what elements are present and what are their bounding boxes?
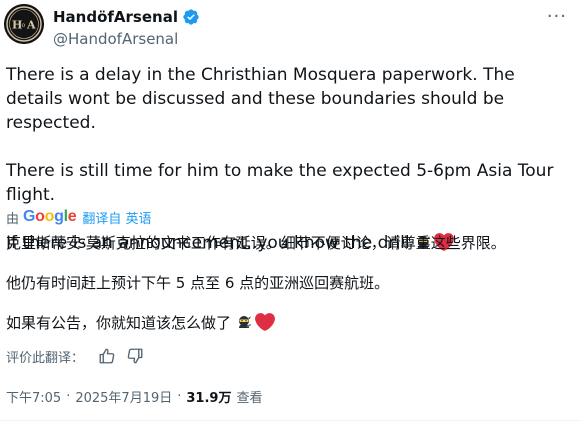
rate-translation-row: 评价此翻译： [6, 346, 154, 366]
google-logo: Google [23, 208, 77, 225]
divider [0, 420, 581, 421]
ninja-emoji-icon [239, 316, 252, 328]
tweet-paragraph-2: There is still time for him to make the … [6, 161, 554, 205]
translated-by-prefix: 由 [6, 211, 20, 227]
tweet-meta-row: 下午7:05 · 2025年7月19日 · 31.9万 查看 [6, 386, 262, 406]
translated-paragraph-3-text: 如果有公告，你就知道该怎么做了 [6, 314, 232, 332]
translated-paragraph-1: 克里斯蒂安·莫斯克拉的文书工作有延误。细节不便讨论，请尊重这些界限。 [6, 234, 506, 252]
tweet-paragraph-1: There is a delay in the Christhian Mosqu… [6, 65, 515, 133]
svg-text:o: o [22, 22, 26, 29]
author-name-row: HandöfArsenal [53, 7, 200, 27]
tweet-time[interactable]: 下午7:05 [6, 387, 61, 406]
meta-separator: · [66, 388, 71, 404]
views-count: 31.9万 [186, 390, 232, 406]
author-handle[interactable]: @HandofArsenal [53, 29, 178, 49]
svg-text:A: A [26, 19, 36, 32]
more-options-icon[interactable]: ··· [547, 8, 567, 26]
translated-from-english-link[interactable]: 翻译自 英语 [82, 208, 151, 227]
translated-paragraph-3: 如果有公告，你就知道该怎么做了 [6, 312, 576, 334]
translated-paragraph-2: 他仍有时间赶上预计下午 5 点至 6 点的亚洲巡回赛航班。 [6, 274, 390, 292]
translated-text: 克里斯蒂安·莫斯克拉的文书工作有延误。细节不便讨论，请尊重这些界限。 他仍有时间… [6, 232, 576, 334]
tweet-card: H A o HandöfArsenal @HandofArsenal ··· T… [0, 0, 581, 437]
rate-translation-label: 评价此翻译： [6, 350, 85, 366]
views-label[interactable]: 查看 [236, 387, 262, 406]
tweet-date[interactable]: 2025年7月19日 [75, 387, 172, 406]
thumbs-up-icon[interactable] [98, 347, 116, 365]
avatar-logo-icon: H A o [4, 4, 44, 44]
meta-separator: · [177, 388, 182, 404]
red-heart-emoji-icon [255, 313, 275, 331]
verified-badge-icon[interactable] [182, 8, 200, 26]
translated-by-row: 由 Google 翻译自 英语 [6, 207, 152, 227]
author-avatar[interactable]: H A o [4, 4, 44, 44]
thumbs-down-icon[interactable] [126, 347, 144, 365]
author-display-name[interactable]: HandöfArsenal [53, 7, 178, 27]
